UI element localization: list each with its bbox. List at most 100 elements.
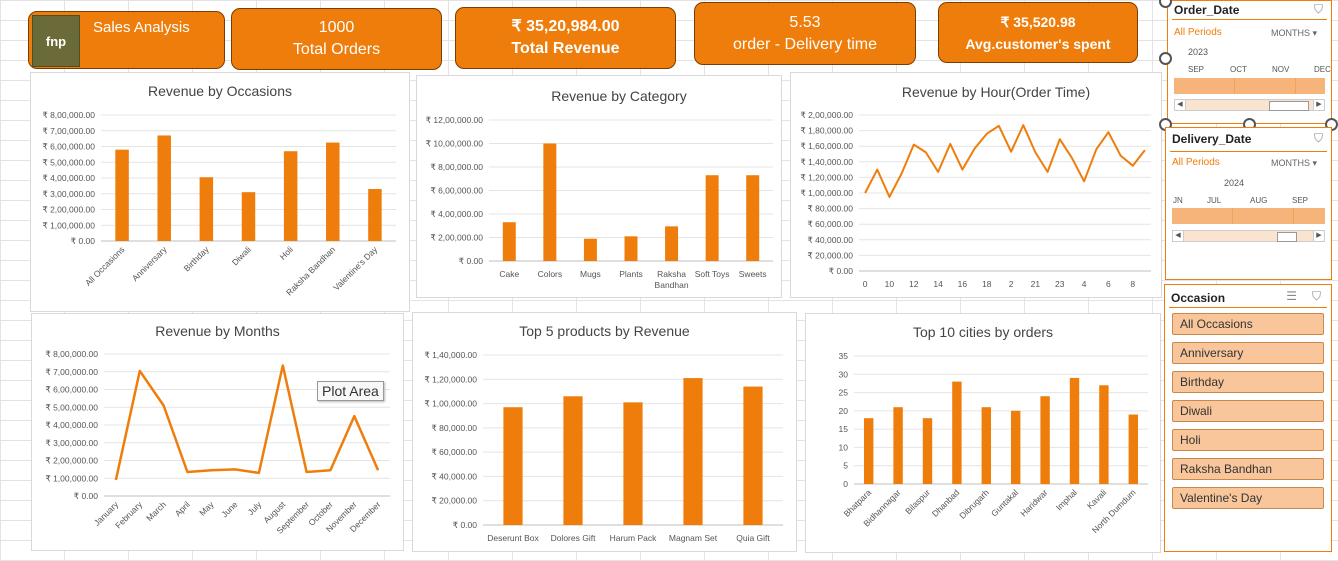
timeline-month: SEP: [1188, 65, 1205, 74]
occasion-item[interactable]: Anniversary: [1172, 342, 1324, 364]
bar: [368, 189, 382, 241]
y-tick-label: ₹ 40,000.00: [807, 235, 853, 245]
scroll-thumb[interactable]: [1277, 232, 1297, 242]
bar: [665, 226, 679, 261]
x-tick-label: Colors: [538, 269, 563, 279]
y-tick-label: ₹ 0.00: [459, 256, 484, 266]
bar: [893, 407, 903, 484]
y-tick-label: ₹ 1,80,000.00: [800, 126, 853, 136]
products-chart-svg: ₹ 0.00 ₹ 20,000.00 ₹ 40,000.00 ₹ 60,000.00 ₹…: [424, 350, 783, 543]
slicer-order-date[interactable]: Order_Date ⛉ All Periods MONTHS ▾ 2023 S…: [1167, 0, 1332, 124]
timeline-scrollbar[interactable]: ◀ ▶: [1172, 230, 1325, 242]
timeline-bar[interactable]: [1174, 78, 1325, 94]
scroll-right-icon[interactable]: ▶: [1313, 231, 1324, 241]
y-tick-label: ₹ 1,40,000.00: [424, 350, 477, 360]
scroll-left-icon[interactable]: ◀: [1175, 100, 1186, 110]
chart-revenue-by-months[interactable]: Revenue by Months ₹ 0.00 ₹ 1,00,000.00 ₹ 2…: [31, 313, 404, 551]
series-line: [864, 124, 1146, 198]
all-periods-label[interactable]: All Periods: [1172, 157, 1220, 168]
timeline-bar[interactable]: [1172, 208, 1325, 224]
x-tick-label: Guntakal: [989, 487, 1020, 518]
x-tick-label: February: [113, 499, 145, 531]
occasion-item[interactable]: Diwali: [1172, 400, 1324, 422]
occasion-item[interactable]: Valentine's Day: [1172, 487, 1324, 509]
timeline-scrollbar[interactable]: ◀ ▶: [1174, 99, 1325, 111]
occasion-item[interactable]: Birthday: [1172, 371, 1324, 393]
chart-top-products[interactable]: Top 5 products by Revenue ₹ 0.00 ₹ 20,000…: [412, 312, 797, 552]
x-tick-label: 0: [863, 279, 868, 289]
months-chart-svg: ₹ 0.00 ₹ 1,00,000.00 ₹ 2,00,000.00 ₹ 3,00,0…: [45, 349, 390, 536]
y-tick-label: ₹ 10,00,000.00: [426, 139, 484, 149]
bar: [863, 418, 874, 484]
clear-filter-icon[interactable]: ⛉: [1314, 2, 1323, 17]
y-tick-label: ₹ 1,00,000.00: [42, 220, 95, 230]
x-tick-label: July: [246, 499, 264, 517]
bar: [157, 135, 171, 241]
y-tick-label: ₹ 40,000.00: [431, 471, 477, 481]
x-tick-label: 8: [1130, 279, 1135, 289]
x-tick-label: 4: [1082, 279, 1087, 289]
x-tick-label: Soft Toys: [695, 269, 730, 279]
total-revenue-label: Total Revenue: [511, 40, 620, 57]
y-tick-label: ₹ 12,00,000.00: [426, 115, 484, 125]
slicer-delivery-date[interactable]: Delivery_Date ⛉ All Periods MONTHS ▾ 202…: [1165, 127, 1332, 280]
y-tick-label: ₹ 6,00,000.00: [45, 385, 98, 395]
y-tick-label: ₹ 2,00,000.00: [42, 205, 95, 215]
y-tick-label: 35: [839, 351, 849, 361]
timeline-month: JN: [1173, 196, 1183, 205]
x-tick-label: 16: [958, 279, 968, 289]
bar: [543, 143, 557, 261]
scroll-thumb[interactable]: [1269, 101, 1309, 111]
x-tick-label: Birthday: [182, 244, 212, 274]
clear-filter-icon[interactable]: ⛉: [1314, 131, 1323, 146]
y-tick-label: ₹ 60,000.00: [807, 219, 853, 229]
x-tick-label: Dibrugarh: [957, 487, 991, 521]
y-tick-label: ₹ 2,00,000.00: [430, 233, 483, 243]
bar: [623, 402, 643, 525]
occasion-item[interactable]: Raksha Bandhan: [1172, 458, 1324, 480]
x-tick-label: Haridwar: [1018, 487, 1049, 518]
timeline-year: 2023: [1188, 47, 1209, 57]
x-tick-label: 10: [885, 279, 895, 289]
chart-top-cities[interactable]: Top 10 cities by orders 0 5 10 15 20 25 30 35 Bh…: [805, 313, 1161, 553]
x-tick-label: Valentine's Day: [331, 244, 380, 293]
y-tick-label: ₹ 0.00: [453, 520, 478, 530]
chart-revenue-by-category[interactable]: Revenue by Category ₹ 0.00 ₹ 2,00,000.00 ₹…: [416, 75, 782, 298]
y-tick-label: ₹ 7,00,000.00: [42, 126, 95, 136]
y-tick-label: 20: [839, 406, 849, 416]
bar: [583, 238, 597, 261]
bar: [743, 386, 763, 525]
slicer-occasion[interactable]: Occasion ☰ ⛉ All Occasions Anniversary B…: [1164, 284, 1332, 552]
occasion-item[interactable]: Holi: [1172, 429, 1324, 451]
bar: [283, 151, 298, 241]
bar: [922, 418, 933, 484]
time-level-dropdown[interactable]: MONTHS ▾: [1271, 158, 1317, 169]
time-level-dropdown[interactable]: MONTHS ▾: [1271, 28, 1317, 39]
resize-handle[interactable]: [1159, 52, 1172, 65]
multi-select-icon[interactable]: ☰: [1286, 289, 1297, 303]
y-tick-label: ₹ 2,00,000.00: [800, 110, 853, 120]
y-tick-label: ₹ 2,00,000.00: [45, 456, 98, 466]
bar: [563, 396, 583, 525]
bar: [1128, 414, 1139, 484]
y-tick-label: ₹ 80,000.00: [431, 423, 477, 433]
y-tick-label: ₹ 8,00,000.00: [430, 162, 483, 172]
avg-spent-value: ₹ 35,520.98: [1000, 13, 1076, 30]
scroll-right-icon[interactable]: ▶: [1313, 100, 1324, 110]
x-tick-label: May: [197, 499, 216, 518]
clear-filter-icon[interactable]: ⛉: [1312, 289, 1321, 304]
cities-chart-svg: 05101520253035BhatparaBidhannagar Bilaspu…: [839, 351, 1148, 535]
y-tick-label: ₹ 0.00: [74, 491, 99, 501]
chart-revenue-by-occasions[interactable]: Revenue by Occasions ₹ 0.00 ₹ 1,00,000.00…: [30, 72, 410, 312]
all-periods-label[interactable]: All Periods: [1174, 27, 1222, 38]
chart-revenue-by-hour[interactable]: Revenue by Hour(Order Time) ₹ 0.00 ₹ 20,0…: [790, 72, 1162, 298]
x-tick-label: Deserunt Box: [487, 533, 539, 543]
x-tick-label: 21: [1031, 279, 1041, 289]
slicer-title: Occasion: [1171, 291, 1226, 305]
x-tick-label: Imphal: [1054, 487, 1079, 512]
x-tick-label: Cake: [499, 269, 519, 279]
occasion-item[interactable]: All Occasions: [1172, 313, 1324, 335]
scroll-left-icon[interactable]: ◀: [1173, 231, 1184, 241]
y-tick-label: ₹ 8,00,000.00: [45, 349, 98, 359]
y-tick-label: ₹ 7,00,000.00: [45, 367, 98, 377]
